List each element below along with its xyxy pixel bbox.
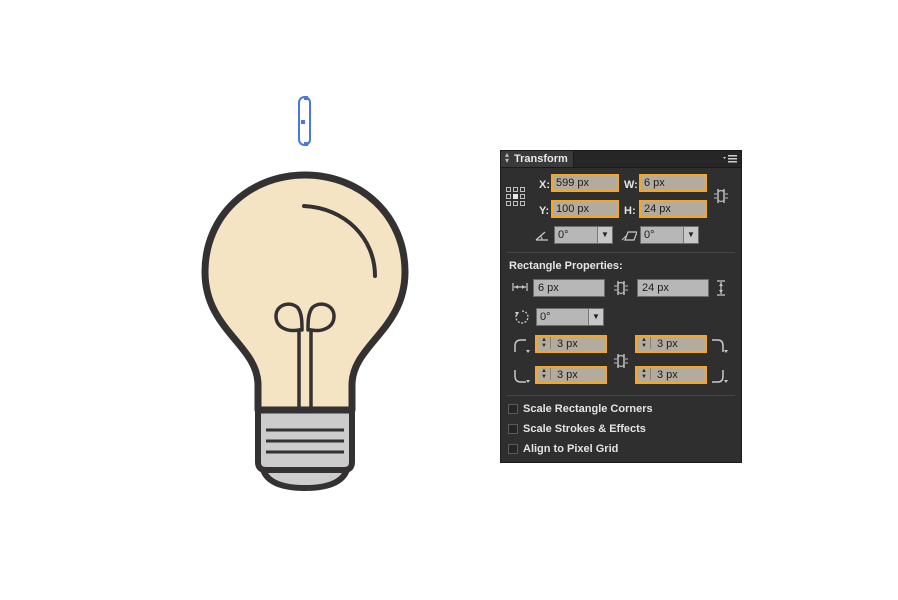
reference-point-icon[interactable] (506, 187, 526, 210)
scale-rectangle-corners-label: Scale Rectangle Corners (523, 403, 653, 415)
rect-width-icon (512, 282, 528, 295)
scale-strokes-effects-checkbox[interactable] (508, 424, 518, 434)
shear-dropdown[interactable]: 0° ▼ (640, 226, 699, 244)
corner-bottom-right-value: 3 px (657, 369, 678, 381)
width-field[interactable]: 6 px (639, 174, 707, 192)
rect-rotation-dropdown[interactable]: 0° ▼ (536, 308, 604, 326)
x-field[interactable]: 599 px (551, 174, 619, 192)
rotate-icon (514, 309, 530, 328)
transform-panel: ▴ ▾ Transform X: 599 px W: 6 px Y: 100 px… (500, 150, 742, 463)
angle-dropdown[interactable]: 0° ▼ (554, 226, 613, 244)
angle-value: 0° (558, 229, 569, 241)
scale-strokes-effects-label: Scale Strokes & Effects (523, 423, 646, 435)
tab-transform[interactable]: ▴ ▾ Transform (501, 151, 574, 167)
corner-bottom-left-icon[interactable] (513, 369, 531, 388)
panel-header: ▴ ▾ Transform (501, 151, 741, 168)
rectangle-properties-heading: Rectangle Properties: (509, 260, 623, 272)
x-label: X: (539, 179, 550, 191)
panel-title: Transform (514, 153, 568, 165)
shear-icon (621, 230, 638, 245)
rotate-angle-icon (535, 230, 549, 245)
height-field[interactable]: 24 px (639, 200, 707, 218)
artboard[interactable] (0, 0, 898, 600)
bulb-glass (201, 171, 409, 414)
corner-bottom-right-field[interactable]: ▲ ▼ 3 px (635, 366, 707, 384)
corner-bottom-left-field[interactable]: ▲ ▼ 3 px (535, 366, 607, 384)
chevron-down-icon[interactable]: ▼ (597, 227, 612, 243)
divider (507, 395, 735, 396)
corner-top-right-icon[interactable] (711, 338, 729, 357)
corner-top-right-value: 3 px (657, 338, 678, 350)
align-to-pixel-grid-label: Align to Pixel Grid (523, 443, 619, 455)
scale-rectangle-corners-checkbox[interactable] (508, 404, 518, 414)
panel-menu-icon[interactable] (723, 154, 737, 164)
align-to-pixel-grid-checkbox[interactable] (508, 444, 518, 454)
stepper-arrows-icon[interactable]: ▲ ▼ (538, 368, 551, 380)
chevron-down-icon[interactable]: ▼ (683, 227, 698, 243)
corner-bottom-right-icon[interactable] (711, 369, 729, 388)
stepper-arrows-icon[interactable]: ▲ ▼ (538, 337, 551, 349)
stepper-arrows-icon[interactable]: ▲ ▼ (638, 337, 651, 349)
collapse-arrows-icon[interactable]: ▴ ▾ (505, 151, 509, 165)
divider (507, 252, 735, 253)
selected-rectangle[interactable] (298, 96, 311, 146)
h-label: H: (624, 205, 636, 217)
y-label: Y: (539, 205, 550, 217)
corner-bottom-left-value: 3 px (557, 369, 578, 381)
stepper-arrows-icon[interactable]: ▲ ▼ (638, 368, 651, 380)
light-bulb-illustration (201, 171, 409, 491)
chevron-down-icon[interactable]: ▼ (588, 309, 603, 325)
link-corners-icon[interactable] (613, 352, 629, 373)
constrain-proportions-icon[interactable] (713, 187, 729, 208)
shear-value: 0° (644, 229, 655, 241)
corner-top-left-value: 3 px (557, 338, 578, 350)
rect-height-icon (716, 280, 726, 299)
w-label: W: (624, 179, 638, 191)
corner-top-left-field[interactable]: ▲ ▼ 3 px (535, 335, 607, 353)
rect-width-field[interactable]: 6 px (533, 279, 605, 297)
y-field[interactable]: 100 px (551, 200, 619, 218)
link-dimensions-icon[interactable] (613, 279, 629, 300)
rect-rotation-value: 0° (540, 311, 551, 323)
rect-height-field[interactable]: 24 px (637, 279, 709, 297)
corner-top-left-icon[interactable] (513, 338, 531, 357)
corner-top-right-field[interactable]: ▲ ▼ 3 px (635, 335, 707, 353)
